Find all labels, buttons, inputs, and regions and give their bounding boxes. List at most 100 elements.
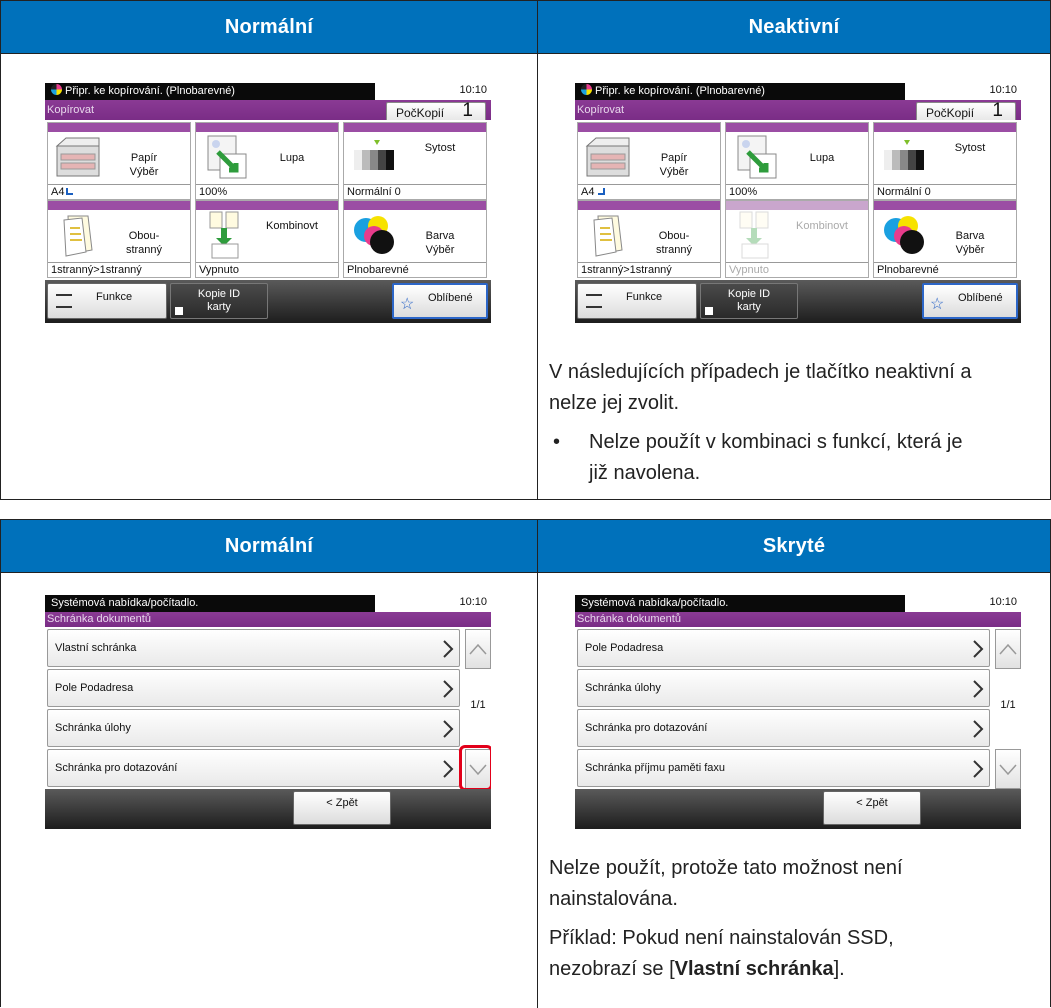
tile-zoom[interactable]: Lupa 100% <box>195 122 339 200</box>
combine-icon <box>739 211 769 259</box>
hidden-example: Příklad: Pokud není nainstalován SSD, ne… <box>549 927 894 980</box>
chevron-right-icon <box>443 720 454 738</box>
tile-combine[interactable]: Kombinovt Vypnuto <box>195 200 339 278</box>
scroll-down-highlight <box>459 745 491 791</box>
status-text: Systémová nabídka/počítadlo. <box>575 595 905 612</box>
list-icon <box>56 294 72 308</box>
star-icon: ☆ <box>400 296 415 313</box>
status-bar: Připr. ke kopírování. (Plnobarevné) 10:1… <box>575 83 1021 100</box>
chevron-right-icon <box>443 680 454 698</box>
function-title: Schránka dokumentů <box>577 613 681 625</box>
back-button[interactable]: < Zpět <box>823 791 921 825</box>
id-card-copy-button[interactable]: Kopie ID karty <box>700 283 798 319</box>
scroll-up-button[interactable] <box>995 629 1021 669</box>
shortcut-icon <box>705 307 713 315</box>
favorites-button[interactable]: ☆ Oblíbené <box>922 283 1018 319</box>
tile-color[interactable]: Barva Výběr Plnobarevné <box>343 200 487 278</box>
copies-label: PočKopií <box>926 106 975 120</box>
functions-button[interactable]: Funkce <box>577 283 697 319</box>
duplex-icon <box>63 215 93 257</box>
tile-value: Plnobarevné <box>344 262 486 277</box>
tile-label: Barva <box>425 230 455 242</box>
favorites-button[interactable]: ☆ Oblíbené <box>392 283 488 319</box>
density-icon <box>354 140 394 170</box>
tile-paper[interactable]: Papír Výběr A4 <box>47 122 191 200</box>
function-title-bar: Kopírovat PočKopií 1 <box>575 100 1021 124</box>
list-item-polling-box[interactable]: Schránka pro dotazování <box>47 749 460 787</box>
header-divider <box>1 572 1050 573</box>
shortcut-icon <box>175 307 183 315</box>
tile-value: A4 <box>578 184 720 199</box>
chevron-right-icon <box>973 760 984 778</box>
functions-button[interactable]: Funkce <box>47 283 167 319</box>
tile-duplex[interactable]: Obou-stranný 1stranný>1stranný <box>47 200 191 278</box>
tile-value: Vypnuto <box>196 262 338 277</box>
column-header-normal: Normální <box>1 1 537 53</box>
list-item-job-box[interactable]: Schránka úlohy <box>577 669 990 707</box>
clock: 10:10 <box>989 84 1017 96</box>
color-select-icon <box>354 216 394 254</box>
list-area: Vlastní schránka Pole Podadresa Schránka… <box>45 627 491 791</box>
back-button[interactable]: < Zpět <box>293 791 391 825</box>
tile-label-2: Výběr <box>129 166 159 178</box>
zoom-icon <box>737 135 777 179</box>
list-item-polling-box[interactable]: Schránka pro dotazování <box>577 709 990 747</box>
status-bar: Připr. ke kopírování. (Plnobarevné) 10:1… <box>45 83 491 100</box>
list-item-fax-memory-box[interactable]: Schránka příjmu paměti faxu <box>577 749 990 787</box>
scroll-up-button[interactable] <box>465 629 491 669</box>
state-table-1: Normální Neaktivní Připr. ke kopírování.… <box>0 0 1051 500</box>
function-tiles: Papír Výběr A4 Lupa 100% Sytost Normální … <box>45 120 491 280</box>
orientation-icon <box>598 188 606 195</box>
column-divider <box>537 520 538 1008</box>
tile-duplex[interactable]: Obou-stranný 1stranný>1stranný <box>577 200 721 278</box>
tile-value: Normální 0 <box>344 184 486 199</box>
chevron-right-icon <box>443 640 454 658</box>
tile-label: Lupa <box>809 152 835 164</box>
star-icon: ☆ <box>930 296 945 313</box>
example-key-name: Vlastní schránka <box>674 958 834 980</box>
function-title-bar: Kopírovat PočKopií 1 <box>45 100 491 124</box>
tile-value: 100% <box>196 184 338 199</box>
tile-density[interactable]: Sytost Normální 0 <box>343 122 487 200</box>
bullet-mark: • <box>553 431 561 453</box>
list-item-subaddress-box[interactable]: Pole Podadresa <box>577 629 990 667</box>
clock: 10:10 <box>459 84 487 96</box>
box-screen-hidden: Systémová nabídka/počítadlo. 10:10 Schrá… <box>575 595 1021 829</box>
color-mode-icon <box>581 84 592 95</box>
orientation-icon <box>66 188 74 195</box>
bottom-bar: < Zpět <box>45 789 491 829</box>
list-item-custom-box[interactable]: Vlastní schránka <box>47 629 460 667</box>
tile-label-2: Výběr <box>955 244 985 256</box>
list-item-subaddress-box[interactable]: Pole Podadresa <box>47 669 460 707</box>
paper-tray-icon <box>55 137 100 177</box>
copies-label: PočKopií <box>396 106 445 120</box>
function-title: Kopírovat <box>577 104 625 116</box>
copies-value: 1 <box>992 100 1003 121</box>
chevron-up-icon <box>469 643 487 655</box>
scroll-down-button[interactable] <box>995 749 1021 789</box>
tile-label: Kombinovt <box>266 220 318 232</box>
color-select-icon <box>884 216 924 254</box>
id-card-copy-button[interactable]: Kopie ID karty <box>170 283 268 319</box>
tile-zoom[interactable]: Lupa 100% <box>725 122 869 200</box>
function-title: Kopírovat <box>47 104 95 116</box>
chevron-up-icon <box>999 643 1017 655</box>
status-text: Připr. ke kopírování. (Plnobarevné) <box>65 85 235 97</box>
box-screen-normal: Systémová nabídka/počítadlo. 10:10 Schrá… <box>45 595 491 829</box>
tile-paper[interactable]: Papír Výběr A4 <box>577 122 721 200</box>
duplex-icon <box>593 215 623 257</box>
clock: 10:10 <box>459 596 487 608</box>
bottom-bar: Funkce Kopie ID karty ☆ Oblíbené <box>575 280 1021 323</box>
tile-label-2: stranný <box>125 244 163 256</box>
disabled-reason-bullet: • Nelze použít v kombinaci s funkcí, kte… <box>549 427 1045 489</box>
page-indicator: 1/1 <box>1000 699 1016 711</box>
tile-label: Sytost <box>424 142 456 154</box>
column-header-hidden: Skryté <box>538 520 1050 572</box>
list-item-job-box[interactable]: Schránka úlohy <box>47 709 460 747</box>
bottom-bar: Funkce Kopie ID karty ☆ Oblíbené <box>45 280 491 323</box>
tile-density[interactable]: Sytost Normální 0 <box>873 122 1017 200</box>
status-bar: Systémová nabídka/počítadlo. 10:10 <box>575 595 1021 612</box>
chevron-right-icon <box>973 680 984 698</box>
tile-color[interactable]: Barva Výběr Plnobarevné <box>873 200 1017 278</box>
tile-label-2: Výběr <box>659 166 689 178</box>
